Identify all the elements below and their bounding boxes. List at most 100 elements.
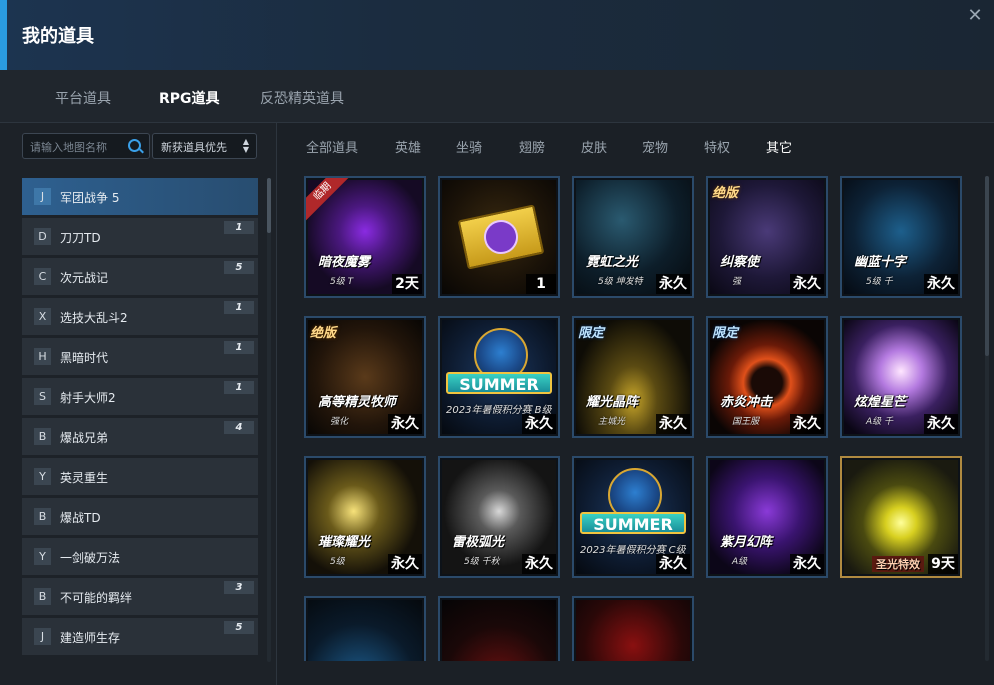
scrollbar-thumb[interactable]: [267, 178, 271, 233]
map-letter-badge: S: [34, 388, 51, 405]
item-name: 幽蓝十字: [854, 255, 907, 270]
summer-badge: SUMMER: [580, 512, 686, 534]
item-tag: 限定: [712, 326, 739, 341]
item-duration: 永久: [656, 274, 690, 294]
item-duration: 1: [526, 274, 556, 294]
map-list-item[interactable]: B 不可能的羁绊 3: [22, 578, 258, 615]
map-item-count: 5: [224, 261, 254, 274]
map-list-item[interactable]: C 次元战记 5: [22, 258, 258, 295]
item-artwork: [442, 600, 556, 661]
item-card[interactable]: 限定 赤炎冲击 国王服 永久: [706, 316, 828, 438]
item-duration: 永久: [924, 414, 958, 434]
item-card[interactable]: 紫月幻阵 A级 永久: [706, 456, 828, 578]
item-card[interactable]: 炫煌星芒 A级 千 永久: [840, 316, 962, 438]
item-duration: 2天: [392, 274, 422, 294]
item-card[interactable]: 圣光特效 9天: [840, 456, 962, 578]
item-card[interactable]: [304, 596, 426, 661]
item-card[interactable]: 绝版 高等精灵牧师 强化 永久: [304, 316, 426, 438]
item-card[interactable]: 1: [438, 176, 560, 298]
search-placeholder: 请输入地图名称: [30, 141, 107, 154]
map-name: 选技大乱斗2: [60, 311, 128, 325]
close-icon[interactable]: ✕: [964, 6, 986, 28]
map-list-item[interactable]: Y 一剑破万法: [22, 538, 258, 575]
map-name: 射手大师2: [60, 391, 116, 405]
map-list-item[interactable]: B 爆战兄弟 4: [22, 418, 258, 455]
tab-cs-items[interactable]: 反恐精英道具: [260, 88, 344, 108]
item-name: 暗夜魔雾: [318, 255, 371, 270]
item-card[interactable]: 临期 暗夜魔雾 5级 T 2天: [304, 176, 426, 298]
map-letter-badge: B: [34, 428, 51, 445]
item-duration: 永久: [656, 414, 690, 434]
map-list-item[interactable]: S 射手大师2 1: [22, 378, 258, 415]
main-tabs: 平台道具 RPG道具 反恐精英道具: [0, 70, 994, 125]
map-list: J 军团战争 5 D 刀刀TD 1 C 次元战记 5 X 选技大乱斗2 1 H 黑暗时代 1 S 射手大师2 1…: [22, 178, 258, 662]
scrollbar-thumb[interactable]: [985, 176, 989, 356]
map-list-item[interactable]: D 刀刀TD 1: [22, 218, 258, 255]
map-name: 次元战记: [60, 271, 109, 285]
item-subtitle: 主城光: [598, 417, 626, 427]
item-name: 圣光特效: [872, 556, 924, 572]
title-bar: 我的道具 ✕: [0, 0, 994, 70]
item-duration: 永久: [522, 554, 556, 574]
category-tab[interactable]: 坐骑: [456, 137, 482, 156]
item-card[interactable]: [438, 596, 560, 661]
item-card[interactable]: 幽蓝十字 5级 千 永久: [840, 176, 962, 298]
item-artwork: [576, 600, 690, 661]
item-subtitle: 国王服: [732, 417, 760, 427]
item-duration: 永久: [790, 414, 824, 434]
category-tab[interactable]: 宠物: [642, 137, 668, 156]
tab-platform-items[interactable]: 平台道具: [55, 88, 111, 108]
map-name: 英灵重生: [60, 471, 109, 485]
map-name: 不可能的羁绊: [60, 591, 133, 605]
item-card[interactable]: 绝版 纠察使强 永久: [706, 176, 828, 298]
item-name: 纠察使: [720, 255, 760, 270]
map-search-input[interactable]: 请输入地图名称: [22, 133, 150, 159]
map-list-item[interactable]: H 黑暗时代 1: [22, 338, 258, 375]
category-tab[interactable]: 其它: [766, 137, 792, 156]
item-card[interactable]: SUMMER 2023年暑假积分赛 C级 永久: [572, 456, 694, 578]
map-list-item[interactable]: X 选技大乱斗2 1: [22, 298, 258, 335]
item-subtitle: A级: [732, 557, 748, 567]
item-tag: 绝版: [310, 326, 337, 341]
item-card[interactable]: SUMMER 2023年暑假积分赛 B级 永久: [438, 316, 560, 438]
map-list-scrollbar[interactable]: [267, 178, 271, 662]
category-tab[interactable]: 英雄: [395, 137, 421, 156]
item-name: 霓虹之光: [586, 255, 639, 270]
category-tab[interactable]: 全部道具: [306, 137, 358, 156]
item-name: 璀璨耀光: [318, 535, 371, 550]
map-letter-badge: B: [34, 508, 51, 525]
map-name: 爆战TD: [60, 511, 101, 525]
item-duration: 永久: [656, 554, 690, 574]
item-card[interactable]: 雷极弧光 5级 千秋 永久: [438, 456, 560, 578]
category-tab[interactable]: 特权: [704, 137, 730, 156]
item-card[interactable]: 限定 耀光晶阵 主城光 永久: [572, 316, 694, 438]
map-list-item[interactable]: J 建造师生存 5: [22, 618, 258, 655]
search-icon[interactable]: [128, 139, 141, 152]
item-card[interactable]: 霓虹之光 5级 坤发特 永久: [572, 176, 694, 298]
map-letter-badge: D: [34, 228, 51, 245]
map-item-count: 5: [224, 621, 254, 634]
item-card[interactable]: [572, 596, 694, 661]
item-grid: 临期 暗夜魔雾 5级 T 2天 1 霓虹之光 5级 坤发特 永久 绝版 纠察使强永久 幽蓝十字 5级 …: [304, 176, 968, 661]
item-subtitle: 5级 千秋: [464, 557, 500, 567]
map-list-item[interactable]: Y 英灵重生: [22, 458, 258, 495]
item-grid-scrollbar[interactable]: [985, 176, 989, 661]
item-duration: 永久: [388, 554, 422, 574]
item-card[interactable]: 璀璨耀光 5级 永久: [304, 456, 426, 578]
item-duration: 永久: [790, 274, 824, 294]
map-name: 爆战兄弟: [60, 431, 109, 445]
map-item-count: 1: [224, 221, 254, 234]
map-list-item[interactable]: J 军团战争 5: [22, 178, 258, 215]
map-name: 军团战争 5: [60, 191, 120, 205]
category-tab[interactable]: 皮肤: [581, 137, 607, 156]
sort-selected-value: 新获道具优先: [161, 141, 227, 154]
map-letter-badge: B: [34, 588, 51, 605]
item-duration: 永久: [388, 414, 422, 434]
category-tab[interactable]: 翅膀: [519, 137, 545, 156]
item-duration: 永久: [924, 274, 958, 294]
sort-select[interactable]: 新获道具优先 ▲ ▼: [152, 133, 257, 159]
item-subtitle: 5级: [330, 557, 345, 567]
map-list-item[interactable]: B 爆战TD: [22, 498, 258, 535]
tab-rpg-items[interactable]: RPG道具: [159, 88, 220, 125]
item-subtitle: A级 千: [866, 417, 894, 427]
